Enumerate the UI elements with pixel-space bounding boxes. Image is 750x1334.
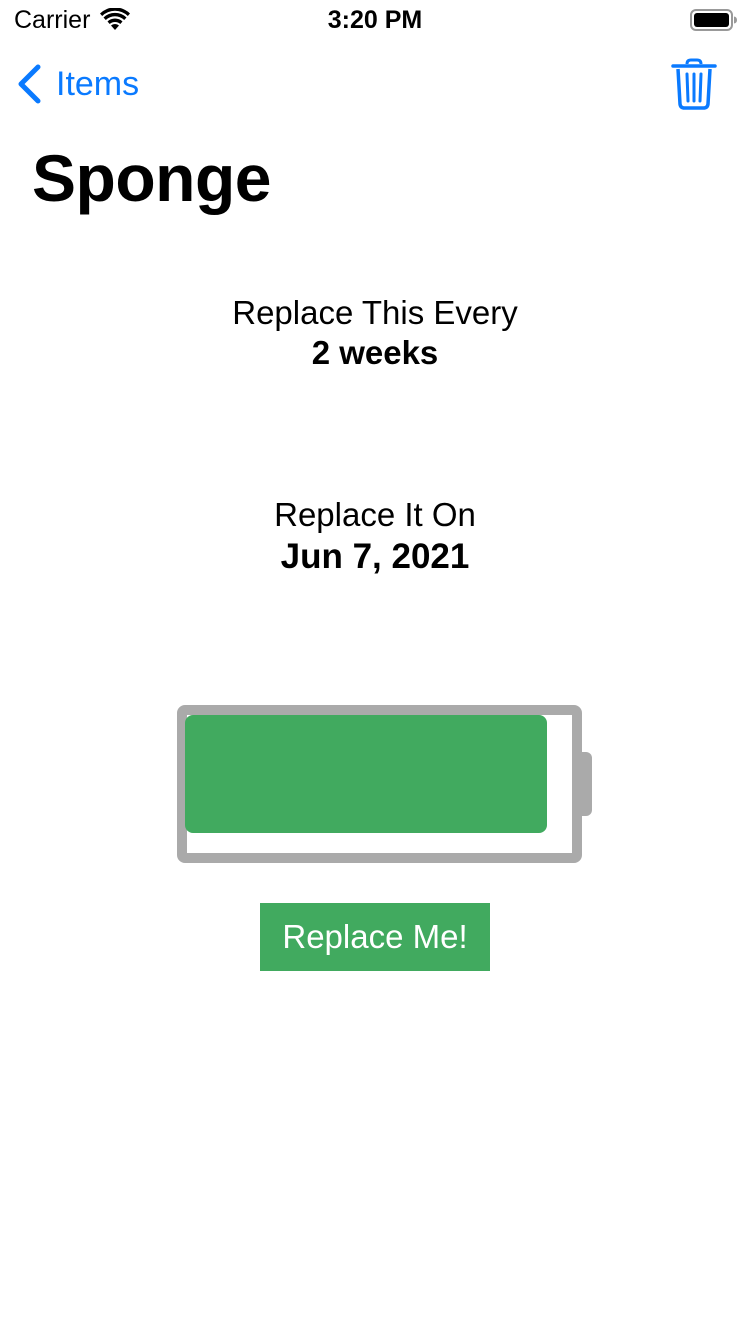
status-time: 3:20 PM [327, 6, 423, 34]
status-bar: Carrier 3:20 PM [0, 0, 750, 40]
battery-level-fill [185, 715, 547, 833]
frequency-label: Replace This Every [232, 294, 518, 331]
battery-fill-track [185, 715, 547, 833]
battery-indicator [177, 705, 592, 863]
chevron-left-icon [18, 64, 41, 104]
battery-full-icon [690, 9, 737, 31]
replace-date-label: Replace It On [274, 496, 476, 533]
replace-date: Replace It On Jun 7, 2021 [0, 495, 750, 579]
replace-me-button[interactable]: Replace Me! [260, 903, 490, 971]
battery-cap [581, 752, 592, 816]
replace-date-value: Jun 7, 2021 [280, 537, 470, 576]
item-detail-screen: Carrier 3:20 PM Items Sponge Replace Thi… [0, 0, 750, 1334]
back-button-label: Items [56, 65, 140, 103]
trash-icon[interactable] [670, 58, 718, 110]
back-button[interactable]: Items [16, 62, 139, 106]
replace-frequency: Replace This Every 2 weeks [0, 293, 750, 373]
frequency-value: 2 weeks [311, 334, 439, 371]
page-title: Sponge [32, 141, 272, 215]
